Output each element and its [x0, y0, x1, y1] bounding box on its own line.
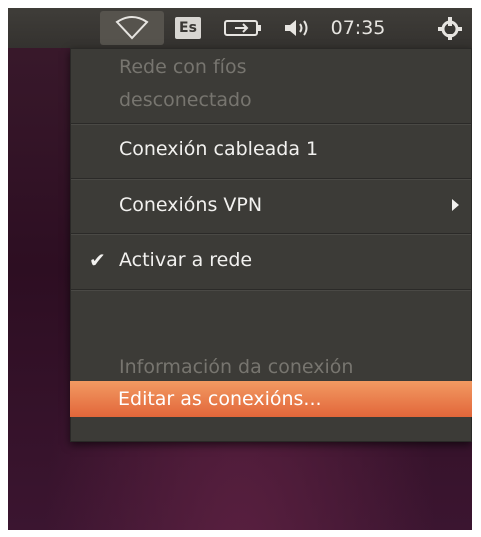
- edit-connections-item[interactable]: Editar as conexións...: [70, 381, 472, 417]
- vpn-connections-item[interactable]: Conexións VPN: [71, 187, 471, 223]
- power-icon: [438, 17, 462, 40]
- session-indicator[interactable]: [432, 11, 468, 45]
- desktop: Es 07:35 Rede con fíos desconectado Cone…: [8, 8, 472, 530]
- keyboard-indicator[interactable]: Es: [170, 11, 206, 45]
- wired-network-header: Rede con fíos: [119, 56, 247, 78]
- battery-icon: [224, 20, 261, 36]
- submenu-arrow-icon: [452, 199, 459, 211]
- enable-network-item[interactable]: ✔ Activar a rede: [71, 242, 471, 278]
- menu-separator: [71, 289, 471, 291]
- enable-network-label: Activar a rede: [119, 249, 253, 271]
- volume-icon: [285, 20, 308, 36]
- clock[interactable]: 07:35: [324, 11, 392, 45]
- battery-indicator[interactable]: [218, 11, 268, 45]
- checkmark-icon: ✔: [89, 248, 106, 272]
- wired-connection-item[interactable]: Conexión cableada 1: [71, 131, 471, 167]
- menu-separator: [71, 178, 471, 180]
- sound-indicator[interactable]: [278, 11, 318, 45]
- menu-separator: [71, 233, 471, 235]
- network-menu: Rede con fíos desconectado Conexión cabl…: [70, 48, 472, 442]
- connection-info-item: Información da conexión: [119, 356, 354, 378]
- top-panel: Es 07:35: [8, 8, 472, 48]
- vpn-connections-label: Conexións VPN: [119, 194, 263, 216]
- menu-separator: [71, 123, 471, 125]
- network-indicator[interactable]: [100, 11, 164, 45]
- wired-network-status: desconectado: [119, 89, 252, 111]
- wifi-icon: [115, 16, 149, 40]
- keyboard-layout-label: Es: [175, 17, 201, 39]
